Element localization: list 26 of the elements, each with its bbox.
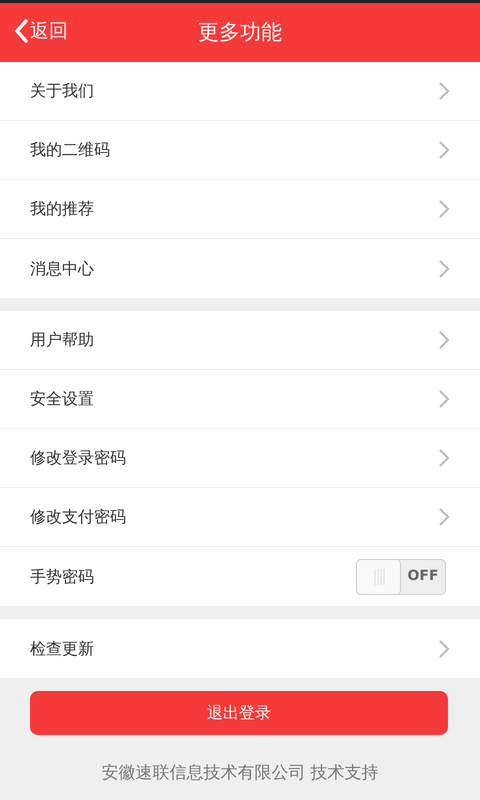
menu-item[interactable]: 我的推荐	[0, 180, 480, 239]
footer-text: 安徽速联信息技术有限公司 技术支持	[100, 762, 380, 785]
menu-item[interactable]: 关于我们	[0, 62, 480, 121]
menu-item[interactable]: 修改登录密码	[0, 429, 480, 488]
menu-item[interactable]: 安全设置	[0, 370, 480, 429]
back-button[interactable]: 返回	[14, 17, 68, 46]
chevron-right-icon	[438, 258, 450, 278]
chevron-right-icon	[438, 507, 450, 527]
chevron-right-icon	[438, 140, 450, 160]
chevron-right-icon	[438, 448, 450, 468]
chevron-right-icon	[438, 81, 450, 101]
menu-item-label: 手势密码	[30, 566, 94, 588]
chevron-right-icon	[438, 389, 450, 409]
logout-button[interactable]: 退出登录	[30, 691, 448, 735]
chevron-right-icon	[438, 199, 450, 219]
page-title: 更多功能	[198, 18, 282, 46]
menu-item[interactable]: 用户帮助	[0, 311, 480, 370]
menu-item[interactable]: 消息中心	[0, 239, 480, 298]
grip-icon	[372, 568, 384, 584]
menu-item[interactable]: 检查更新	[0, 619, 480, 678]
toggle-switch[interactable]: OFF	[356, 558, 446, 594]
chevron-right-icon	[438, 638, 450, 658]
chevron-right-icon	[438, 330, 450, 350]
menu-item[interactable]: 修改支付密码	[0, 488, 480, 547]
menu-item[interactable]: 我的二维码	[0, 121, 480, 180]
back-icon	[14, 19, 28, 44]
